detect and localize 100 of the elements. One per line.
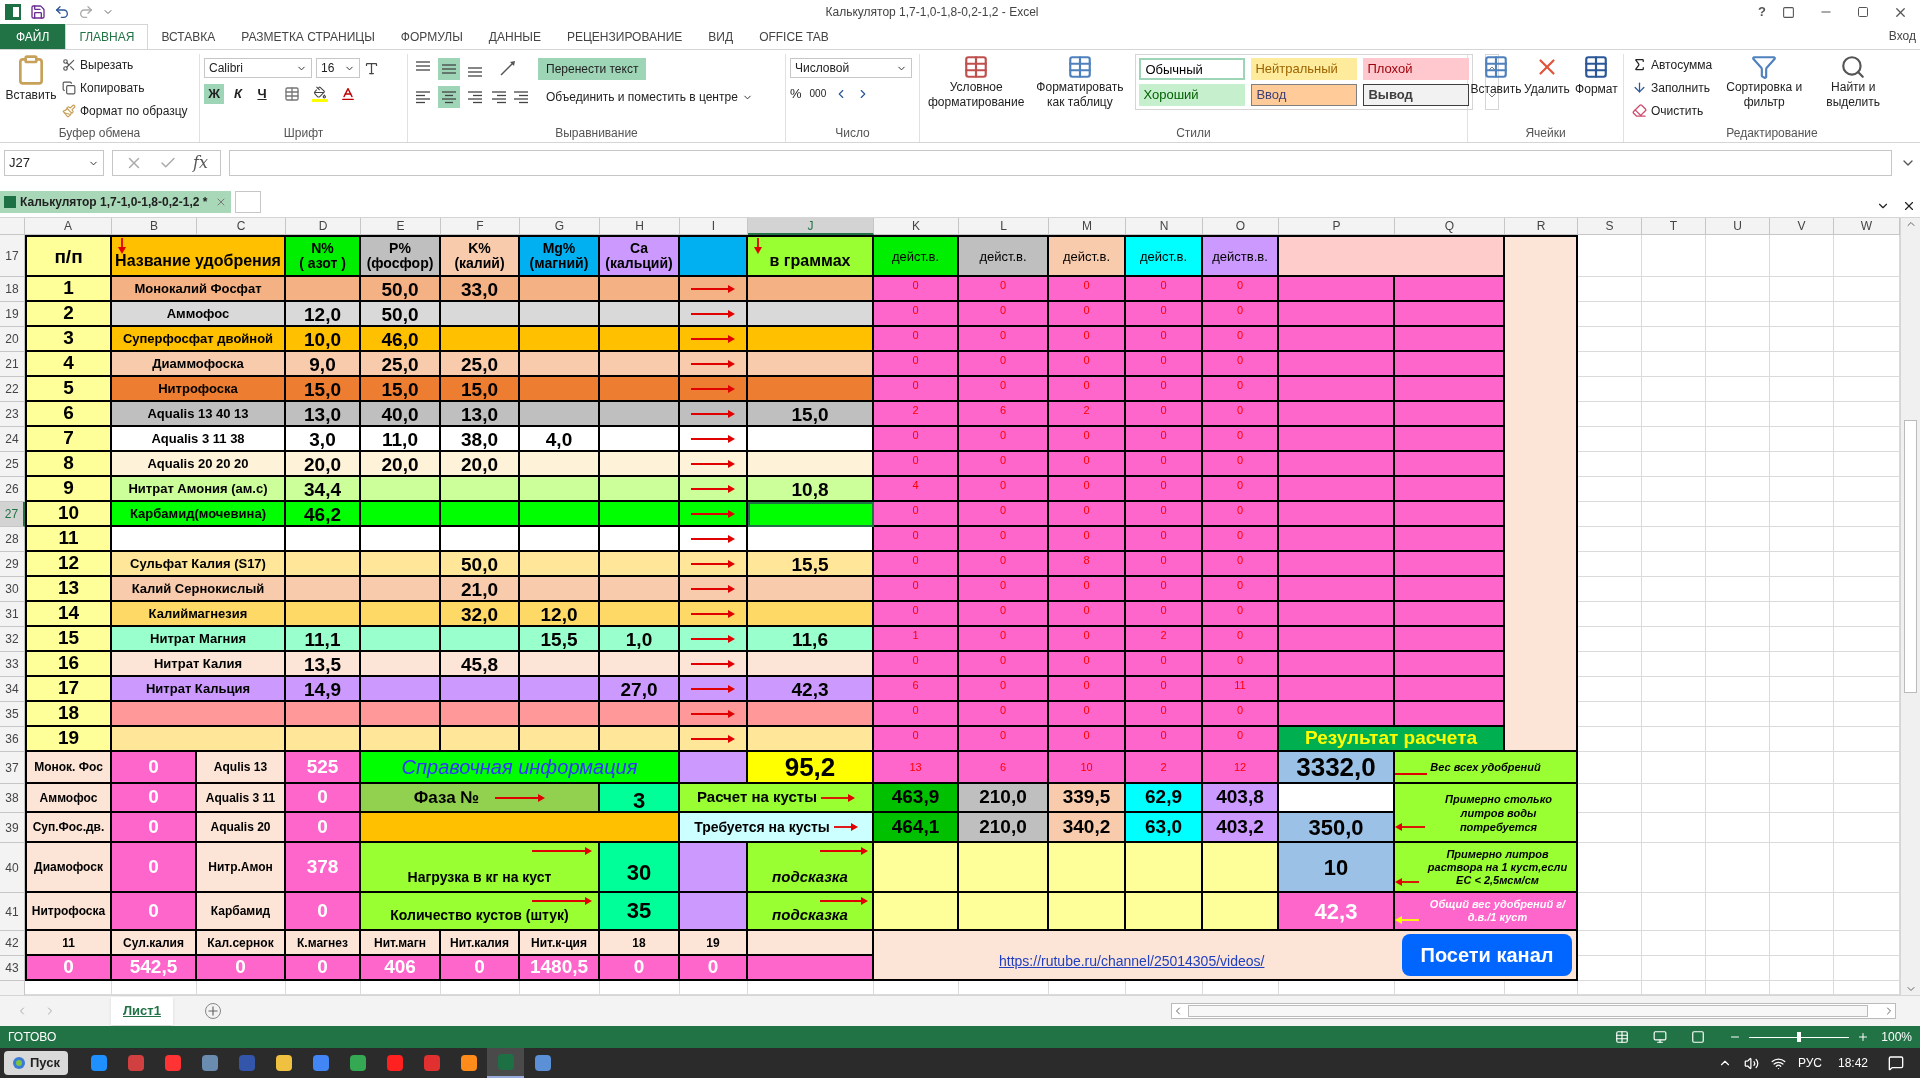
clock[interactable]: 18:42 xyxy=(1837,1054,1868,1072)
row-header[interactable]: 32 xyxy=(0,627,25,652)
ribbon-tab[interactable]: ДАННЫЕ xyxy=(475,24,554,49)
column-header[interactable]: A xyxy=(25,218,112,235)
autosum-button[interactable]: Автосумма xyxy=(1632,54,1713,75)
row-header[interactable]: 20 xyxy=(0,327,25,352)
column-header[interactable]: J xyxy=(748,218,874,235)
help-button[interactable]: ? xyxy=(1750,2,1774,22)
ribbon-tab[interactable]: ВСТАВКА xyxy=(148,24,229,49)
column-header[interactable]: P xyxy=(1279,218,1395,235)
row-header[interactable]: 33 xyxy=(0,652,25,677)
font-size-field[interactable]: 16 xyxy=(316,58,360,78)
fill-button[interactable]: Заполнить xyxy=(1632,77,1713,98)
row-header[interactable]: 38 xyxy=(0,784,25,813)
font-style-button[interactable]: Ч xyxy=(252,84,272,104)
row-header[interactable]: 36 xyxy=(0,727,25,752)
column-header[interactable]: T xyxy=(1642,218,1706,235)
start-button[interactable]: Пуск xyxy=(4,1051,68,1075)
column-header[interactable]: N xyxy=(1126,218,1203,235)
ribbon-tab[interactable]: РАЗМЕТКА СТРАНИЦЫ xyxy=(228,24,388,49)
row-header[interactable]: 42 xyxy=(0,931,25,956)
row-header[interactable]: 24 xyxy=(0,427,25,452)
row-header[interactable]: 26 xyxy=(0,477,25,502)
row-header[interactable]: 43 xyxy=(0,956,25,981)
find-button[interactable]: Найти и выделить xyxy=(1816,54,1891,124)
column-header[interactable]: M xyxy=(1049,218,1126,235)
column-header[interactable]: S xyxy=(1578,218,1642,235)
column-header[interactable]: E xyxy=(361,218,441,235)
channel-link[interactable]: https://rutube.ru/channel/25014305/videos/ xyxy=(999,951,1265,972)
delete-cells-button[interactable]: Удалить xyxy=(1524,54,1570,124)
format-painter-button[interactable]: Формат по образцу xyxy=(62,100,188,121)
row-header[interactable]: 22 xyxy=(0,377,25,402)
paste-button[interactable]: Вставить xyxy=(4,54,58,124)
row-header[interactable]: 31 xyxy=(0,602,25,627)
sheet-tab[interactable]: Лист1 xyxy=(111,997,173,1025)
sign-in-link[interactable]: Вход xyxy=(1888,27,1916,45)
column-header[interactable]: B xyxy=(112,218,197,235)
row-header[interactable]: 27 xyxy=(0,502,25,527)
ribbon-tab[interactable]: ГЛАВНАЯ xyxy=(65,24,149,49)
row-header[interactable]: 25 xyxy=(0,452,25,477)
cut-button[interactable]: Вырезать xyxy=(62,54,188,75)
format-as-table-button[interactable]: Форматировать как таблицу xyxy=(1036,54,1124,124)
row-header[interactable]: 34 xyxy=(0,677,25,702)
language-indicator[interactable]: РУС xyxy=(1797,1054,1822,1072)
column-header[interactable]: U xyxy=(1706,218,1770,235)
percent-button[interactable]: % xyxy=(790,84,802,104)
row-header[interactable]: 40 xyxy=(0,843,25,893)
ribbon-tab[interactable]: OFFICE TAB xyxy=(746,24,842,49)
zoom-level[interactable]: 100% xyxy=(1881,1028,1912,1046)
format-cells-button[interactable]: Формат xyxy=(1573,54,1619,124)
row-header[interactable]: 41 xyxy=(0,893,25,931)
column-header[interactable]: O xyxy=(1203,218,1279,235)
conditional-format-button[interactable]: Условное форматирование xyxy=(928,54,1025,124)
column-header[interactable]: L xyxy=(959,218,1049,235)
name-box[interactable]: J27 xyxy=(4,150,104,176)
column-header[interactable]: V xyxy=(1770,218,1834,235)
sort-filter-button[interactable]: Сортировка и фильтр xyxy=(1724,54,1805,124)
row-header[interactable]: 23 xyxy=(0,402,25,427)
row-header[interactable]: 19 xyxy=(0,302,25,327)
row-header[interactable]: 30 xyxy=(0,577,25,602)
thousands-button[interactable]: 000 xyxy=(809,86,827,102)
column-header[interactable]: D xyxy=(286,218,361,235)
font-family-field[interactable]: Calibri xyxy=(204,58,312,78)
channel-button[interactable]: Посети канал xyxy=(1402,934,1572,976)
cell-style-button[interactable]: Нейтральный xyxy=(1251,58,1358,80)
column-header[interactable]: F xyxy=(441,218,520,235)
row-header[interactable]: 35 xyxy=(0,702,25,727)
row-header[interactable]: 39 xyxy=(0,813,25,843)
clear-button[interactable]: Очистить xyxy=(1632,100,1713,121)
ribbon-tab[interactable]: ФОРМУЛЫ xyxy=(387,24,476,49)
column-header[interactable]: K xyxy=(874,218,959,235)
cell-style-button[interactable]: Хороший xyxy=(1139,84,1246,106)
ribbon-tab[interactable]: ФАЙЛ xyxy=(0,24,66,49)
column-header[interactable]: C xyxy=(197,218,286,235)
cell-style-button[interactable]: Обычный xyxy=(1139,58,1246,80)
insert-function-button[interactable]: fx xyxy=(193,151,208,175)
cell-style-button[interactable]: Вывод xyxy=(1363,84,1470,106)
row-header[interactable]: 18 xyxy=(0,277,25,302)
copy-button[interactable]: Копировать xyxy=(62,77,188,98)
column-header[interactable]: W xyxy=(1834,218,1900,235)
column-header[interactable]: I xyxy=(680,218,748,235)
row-header[interactable]: 29 xyxy=(0,552,25,577)
font-style-button[interactable]: Ж xyxy=(204,84,224,104)
row-header[interactable]: 37 xyxy=(0,752,25,784)
number-format-field[interactable]: Числовой xyxy=(790,58,912,78)
column-header[interactable]: Q xyxy=(1395,218,1505,235)
merge-button[interactable]: Объединить и поместить в центре xyxy=(542,86,757,108)
column-header[interactable]: G xyxy=(520,218,600,235)
row-header[interactable]: 28 xyxy=(0,527,25,552)
column-header[interactable]: H xyxy=(600,218,680,235)
wrap-text-button[interactable]: Перенести текст xyxy=(538,58,647,80)
font-style-button[interactable]: К xyxy=(228,84,248,104)
insert-cells-button[interactable]: Вставить xyxy=(1472,54,1520,124)
cell-style-button[interactable]: Плохой xyxy=(1363,58,1470,80)
ribbon-tab[interactable]: РЕЦЕНЗИРОВАНИЕ xyxy=(553,24,696,49)
workbook-tab[interactable]: Калькулятор 1,7-1,0-1,8-0,2-1,2 * xyxy=(0,191,232,213)
column-header[interactable]: R xyxy=(1505,218,1578,235)
cell-style-button[interactable]: Ввод xyxy=(1251,84,1358,106)
row-header[interactable]: 17 xyxy=(0,235,25,277)
ribbon-tab[interactable]: ВИД xyxy=(695,24,747,49)
